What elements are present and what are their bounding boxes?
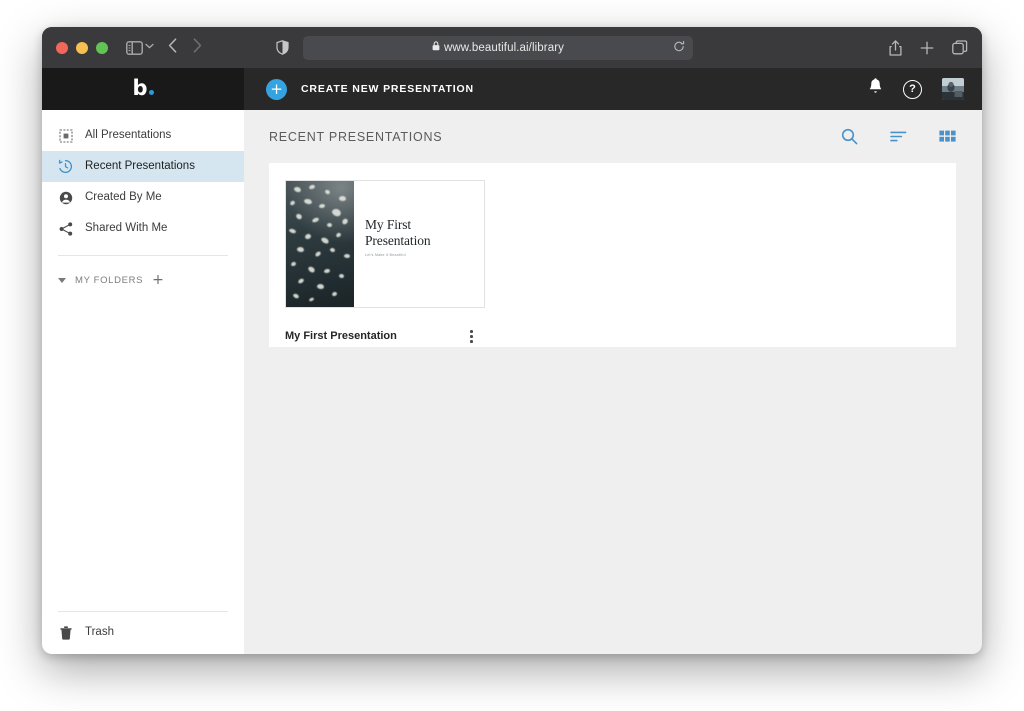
thumbnail-image — [286, 181, 354, 307]
presentation-thumbnail[interactable]: My First Presentation Let's Make it Beau… — [285, 180, 485, 308]
minimize-window-button[interactable] — [76, 42, 88, 54]
sidebar-item-recent-presentations[interactable]: Recent Presentations — [42, 151, 244, 182]
browser-toolbar-actions — [863, 40, 968, 56]
sidebar-item-shared-with-me[interactable]: Shared With Me — [42, 213, 244, 244]
collapse-caret-icon[interactable] — [58, 278, 66, 283]
sidebar-item-label: Shared With Me — [85, 223, 167, 235]
app-header: b + CREATE NEW PRESENTATION — [42, 68, 982, 110]
sidebar-toggle-icon[interactable] — [126, 41, 143, 55]
sidebar-item-all-presentations[interactable]: All Presentations — [42, 120, 244, 151]
main-toolbar: RECENT PRESENTATIONS — [244, 110, 982, 163]
header-actions: ? — [868, 78, 964, 100]
app-container: b + CREATE NEW PRESENTATION — [42, 68, 982, 654]
browser-toolbar: www.beautiful.ai/library — [42, 27, 982, 68]
chevron-down-icon[interactable] — [145, 42, 154, 53]
sidebar-item-created-by-me[interactable]: Created By Me — [42, 182, 244, 213]
beautiful-ai-logo[interactable]: b — [132, 78, 153, 100]
plus-icon: + — [266, 79, 287, 100]
sidebar-item-label: Recent Presentations — [85, 161, 195, 173]
my-folders-label: MY FOLDERS — [75, 275, 143, 286]
maximize-window-button[interactable] — [96, 42, 108, 54]
logo-dot-icon — [149, 90, 154, 95]
search-icon[interactable] — [841, 128, 858, 145]
trash-icon — [58, 626, 73, 640]
bell-icon[interactable] — [868, 78, 883, 100]
brand-logo-zone: b — [42, 68, 244, 110]
presentation-name: My First Presentation — [285, 330, 397, 342]
forward-chevron-icon[interactable] — [193, 38, 202, 57]
history-clock-icon — [58, 159, 73, 174]
sidebar-divider — [58, 255, 228, 256]
person-circle-icon — [58, 191, 73, 205]
page-title: RECENT PRESENTATIONS — [269, 130, 442, 144]
avatar[interactable] — [942, 78, 964, 100]
window-controls — [56, 42, 108, 54]
add-folder-icon[interactable]: + — [152, 273, 164, 287]
main-toolbar-actions — [841, 128, 956, 145]
screen: www.beautiful.ai/library — [0, 0, 1024, 711]
grid-view-icon[interactable] — [939, 130, 956, 143]
thumbnail-subtitle: Let's Make it Beautiful — [365, 253, 484, 257]
trash-label: Trash — [85, 627, 114, 639]
thumbnail-title-line-2: Presentation — [365, 233, 484, 249]
sidebar-item-label: All Presentations — [85, 130, 171, 142]
main-content: RECENT PRESENTATIONS — [244, 68, 982, 654]
sidebar-item-trash[interactable]: Trash — [42, 612, 244, 654]
help-label: ? — [909, 83, 916, 95]
sidebar-nav: All Presentations Recent Presentations — [42, 110, 244, 244]
new-tab-plus-icon[interactable] — [920, 41, 934, 55]
reload-icon[interactable] — [673, 40, 685, 55]
sidebar-spacer — [42, 294, 244, 611]
header-bar: + CREATE NEW PRESENTATION ? — [244, 68, 982, 110]
more-vertical-icon[interactable] — [466, 327, 477, 346]
browser-window: www.beautiful.ai/library — [42, 27, 982, 654]
create-new-presentation-label: CREATE NEW PRESENTATION — [301, 83, 474, 95]
presentations-panel: My First Presentation Let's Make it Beau… — [269, 163, 956, 347]
thumbnail-title-line-1: My First — [365, 217, 484, 233]
url-text: www.beautiful.ai/library — [444, 42, 564, 54]
sidebar: All Presentations Recent Presentations — [42, 68, 244, 654]
share-icon[interactable] — [889, 40, 902, 56]
thumbnail-text: My First Presentation Let's Make it Beau… — [354, 181, 484, 307]
sidebar-item-label: Created By Me — [85, 192, 162, 204]
presentation-card-footer: My First Presentation — [285, 327, 485, 346]
tab-overview-icon[interactable] — [952, 40, 968, 55]
share-nodes-icon — [58, 222, 73, 236]
lock-icon — [432, 41, 440, 54]
grid-dotted-icon — [58, 129, 73, 143]
navigation-arrows — [168, 38, 202, 57]
back-chevron-icon[interactable] — [168, 38, 177, 57]
close-window-button[interactable] — [56, 42, 68, 54]
help-icon[interactable]: ? — [903, 80, 922, 99]
create-new-presentation-button[interactable]: + CREATE NEW PRESENTATION — [266, 79, 474, 100]
sort-icon[interactable] — [890, 130, 907, 143]
privacy-shield-icon[interactable] — [276, 40, 289, 55]
logo-letter: b — [132, 76, 147, 100]
url-bar[interactable]: www.beautiful.ai/library — [303, 36, 693, 60]
my-folders-section: MY FOLDERS + — [42, 266, 244, 294]
presentation-card[interactable]: My First Presentation Let's Make it Beau… — [285, 180, 487, 346]
